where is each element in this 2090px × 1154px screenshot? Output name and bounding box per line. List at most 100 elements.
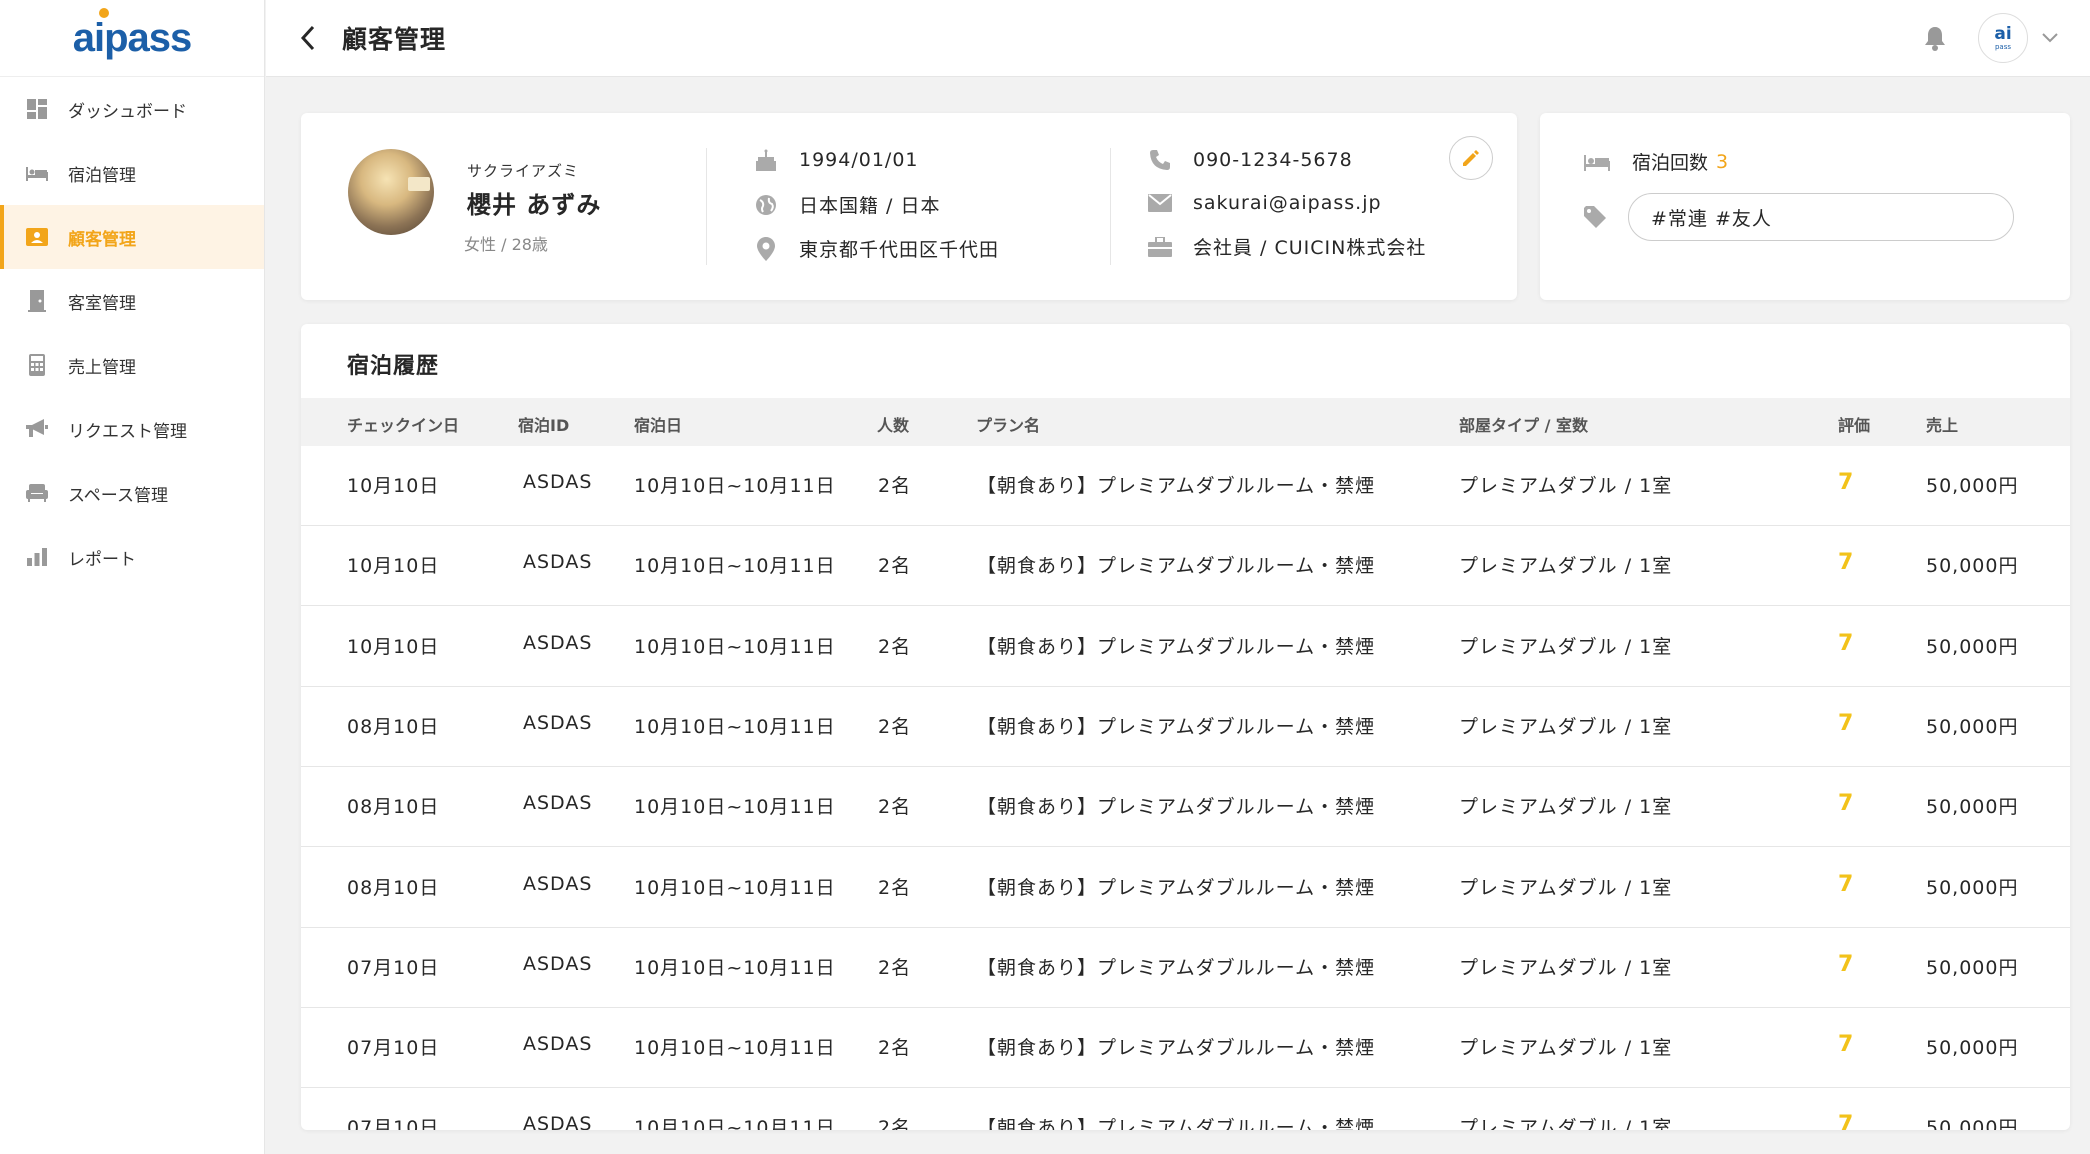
- email-row: sakurai@aipass.jp: [1147, 190, 1382, 216]
- email-value: sakurai@aipass.jp: [1193, 192, 1382, 214]
- briefcase-icon: [1147, 234, 1173, 260]
- user-avatar[interactable]: ai pass: [1978, 13, 2028, 63]
- column-header[interactable]: 評価: [1838, 412, 1870, 436]
- column-header[interactable]: 人数: [877, 412, 909, 436]
- guest-count: 2名: [878, 796, 912, 819]
- sidebar-item-label: ダッシュボード: [68, 101, 187, 122]
- sidebar-item-reports[interactable]: レポート: [0, 525, 264, 589]
- checkin-date: 07月10日: [347, 1037, 440, 1060]
- plan-name: 【朝食あり】プレミアムダブルルーム・禁煙: [977, 635, 1376, 658]
- sidebar-item-label: 宿泊管理: [68, 165, 136, 186]
- guest-count: 2名: [878, 555, 912, 578]
- column-header[interactable]: プラン名: [976, 412, 1040, 436]
- globe-icon: [753, 192, 779, 218]
- birthday-value: 1994/01/01: [799, 149, 919, 171]
- table-row[interactable]: 07月10日 ASDAS 10月10日~10月11日 2名 【朝食あり】プレミアムダブル…: [301, 1008, 2070, 1089]
- stay-id: ASDAS: [523, 872, 593, 895]
- room-type: プレミアムダブル / 1室: [1459, 1037, 1673, 1060]
- sales-amount: 50,000円: [1926, 715, 2019, 738]
- table-row[interactable]: 10月10日 ASDAS 10月10日~10月11日 2名 【朝食あり】プレミアムダブル…: [301, 446, 2070, 526]
- column-header[interactable]: 宿泊ID: [518, 412, 569, 436]
- stay-dates: 10月10日~10月11日: [634, 1037, 836, 1060]
- back-button[interactable]: [292, 22, 324, 54]
- sales-amount: 50,000円: [1926, 1117, 2019, 1130]
- stay-dates: 10月10日~10月11日: [634, 956, 836, 979]
- sidebar-item-label: スペース管理: [68, 485, 168, 506]
- table-row[interactable]: 08月10日 ASDAS 10月10日~10月11日 2名 【朝食あり】プレミアムダブル…: [301, 687, 2070, 767]
- sidebar-item-label: 顧客管理: [68, 229, 136, 250]
- sidebar-item-rooms[interactable]: 客室管理: [0, 269, 264, 333]
- table-row[interactable]: 08月10日 ASDAS 10月10日~10月11日 2名 【朝食あり】プレミアムダブル…: [301, 848, 2070, 928]
- guest-count: 2名: [878, 1117, 912, 1130]
- sales-amount: 50,000円: [1926, 876, 2019, 899]
- table-row[interactable]: 08月10日 ASDAS 10月10日~10月11日 2名 【朝食あり】プレミアムダブル…: [301, 767, 2070, 848]
- table-row[interactable]: 07月10日 ASDAS 10月10日~10月11日 2名 【朝食あり】プレミアムダブル…: [301, 928, 2070, 1008]
- sidebar-item-spaces[interactable]: スペース管理: [0, 461, 264, 525]
- rating: 7: [1838, 550, 1855, 576]
- sidebar-item-customers[interactable]: 顧客管理: [0, 205, 264, 269]
- room-type: プレミアムダブル / 1室: [1459, 956, 1673, 979]
- divider: [1110, 148, 1111, 265]
- tags-input[interactable]: #常連 #友人: [1628, 193, 2014, 241]
- bar-chart-icon: [26, 546, 48, 568]
- location-pin-icon: [753, 236, 779, 262]
- rating: 7: [1838, 951, 1855, 977]
- plan-name: 【朝食あり】プレミアムダブルルーム・禁煙: [977, 876, 1376, 899]
- customer-photo: [348, 149, 434, 235]
- stay-count-row: 宿泊回数 3: [1584, 148, 1728, 175]
- stay-id: ASDAS: [523, 631, 593, 654]
- stay-count-label: 宿泊回数: [1632, 152, 1709, 174]
- pencil-icon: [1463, 150, 1479, 166]
- edit-profile-button[interactable]: [1449, 136, 1493, 180]
- plan-name: 【朝食あり】プレミアムダブルルーム・禁煙: [977, 956, 1376, 979]
- stay-id: ASDAS: [523, 1033, 593, 1056]
- sidebar-item-dashboard[interactable]: ダッシュボード: [0, 77, 264, 141]
- rating: 7: [1838, 470, 1855, 495]
- sidebar-item-requests[interactable]: リクエスト管理: [0, 397, 264, 461]
- table-row[interactable]: 10月10日 ASDAS 10月10日~10月11日 2名 【朝食あり】プレミアムダブル…: [301, 607, 2070, 687]
- chevron-down-icon[interactable]: [2040, 28, 2060, 48]
- column-header[interactable]: 宿泊日: [634, 412, 682, 436]
- table-row[interactable]: 10月10日 ASDAS 10月10日~10月11日 2名 【朝食あり】プレミアムダブル…: [301, 526, 2070, 607]
- stay-dates: 10月10日~10月11日: [634, 715, 836, 738]
- table-header: チェックイン日 宿泊ID 宿泊日 人数 プラン名 部屋タイプ / 室数 評価 売…: [301, 398, 2070, 446]
- rating: 7: [1838, 630, 1855, 656]
- room-type: プレミアムダブル / 1室: [1459, 796, 1673, 819]
- sidebar: aipass ダッシュボード 宿泊管理 顧客管理 客室管理 売上管理 リクエスト…: [0, 0, 265, 1154]
- notification-bell-icon[interactable]: [1920, 23, 1950, 53]
- table-row[interactable]: 07月10日 ASDAS 10月10日~10月11日 2名 【朝食あり】プレミアムダブル…: [301, 1088, 2070, 1130]
- sidebar-item-stays[interactable]: 宿泊管理: [0, 141, 264, 205]
- plan-name: 【朝食あり】プレミアムダブルルーム・禁煙: [977, 1117, 1376, 1130]
- phone-value: 090-1234-5678: [1193, 149, 1353, 171]
- tags-row: #常連 #友人: [1584, 193, 2014, 241]
- plan-name: 【朝食あり】プレミアムダブルルーム・禁煙: [977, 555, 1376, 578]
- guest-count: 2名: [878, 635, 912, 658]
- customer-kana: サクライアズミ: [467, 162, 580, 180]
- customer-profile-card: サクライアズミ 櫻井 あずみ 女性 / 28歳 1994/01/01 日本国籍 …: [301, 113, 1517, 300]
- room-type: プレミアムダブル / 1室: [1459, 715, 1673, 738]
- stay-dates: 10月10日~10月11日: [634, 876, 836, 899]
- address-row: 東京都千代田区千代田: [753, 235, 999, 262]
- customer-gender-age: 女性 / 28歳: [464, 235, 548, 254]
- logo[interactable]: aipass: [0, 0, 264, 77]
- avatar-logo-top: ai: [1994, 23, 2012, 44]
- column-header[interactable]: チェックイン日: [347, 412, 459, 436]
- stay-id: ASDAS: [523, 471, 593, 493]
- column-header[interactable]: 部屋タイプ / 室数: [1459, 412, 1588, 436]
- checkin-date: 08月10日: [347, 876, 440, 899]
- rating: 7: [1838, 791, 1855, 817]
- checkin-date: 10月10日: [347, 635, 440, 658]
- nationality-value: 日本国籍 / 日本: [799, 195, 941, 217]
- tag-icon: [1584, 206, 1608, 228]
- phone-icon: [1147, 147, 1173, 173]
- sales-amount: 50,000円: [1926, 475, 2019, 497]
- cake-icon: [753, 147, 779, 173]
- top-header: 顧客管理 ai pass: [266, 0, 2090, 77]
- customer-card-icon: [26, 226, 48, 248]
- stay-dates: 10月10日~10月11日: [634, 1117, 836, 1130]
- checkin-date: 10月10日: [347, 475, 440, 497]
- sidebar-item-sales[interactable]: 売上管理: [0, 333, 264, 397]
- occupation-row: 会社員 / CUICIN株式会社: [1147, 233, 1426, 260]
- sidebar-item-label: 売上管理: [68, 357, 136, 378]
- column-header[interactable]: 売上: [1926, 412, 1958, 436]
